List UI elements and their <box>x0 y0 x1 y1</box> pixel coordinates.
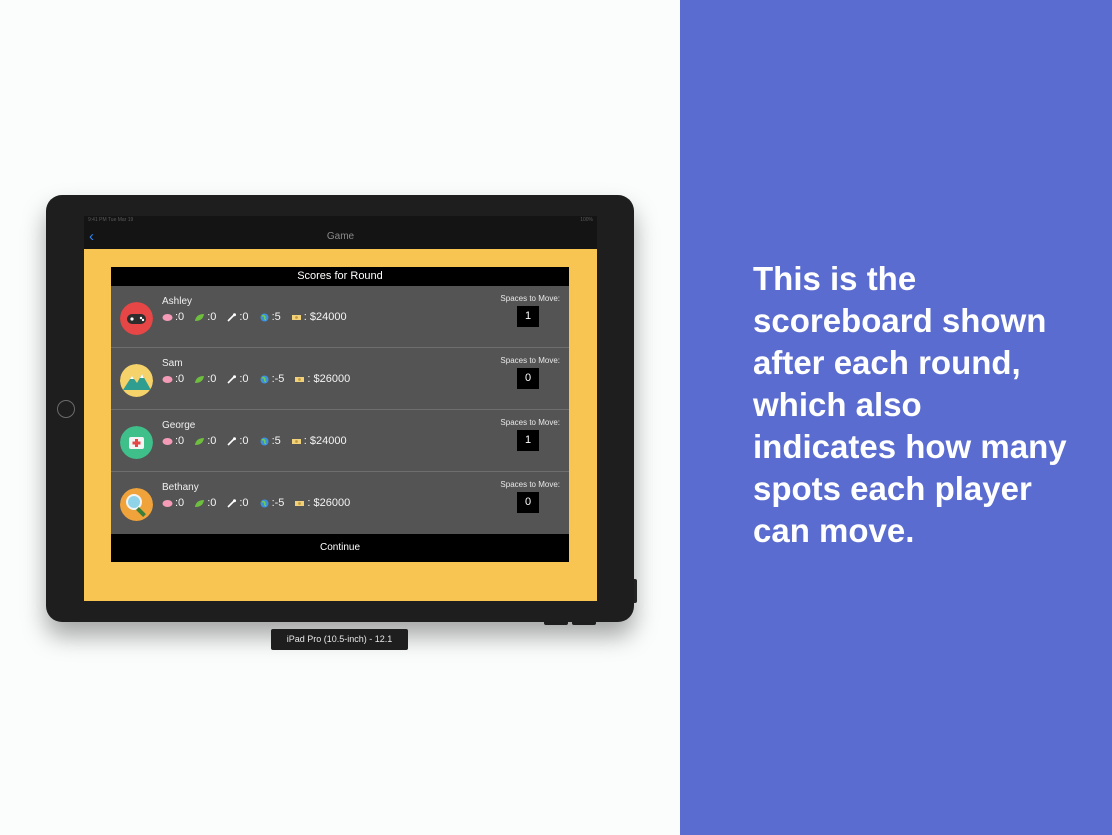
stat-brain: :0 <box>175 497 185 509</box>
player-stats: :0 :0 :0 :-5 : $26000 <box>162 497 350 509</box>
stat-globe: :5 <box>271 311 281 323</box>
gamepad-avatar-icon <box>120 302 153 335</box>
stat-leaf: :0 <box>207 435 217 447</box>
leaf-icon <box>195 375 205 383</box>
money-icon <box>295 500 305 506</box>
player-row: Bethany :0 :0 :0 :-5 : $26000 Spaces to … <box>111 472 569 534</box>
stat-money: : $26000 <box>307 373 351 385</box>
stat-globe: :-5 <box>271 373 285 385</box>
medkit-avatar-icon <box>120 426 153 459</box>
home-button[interactable] <box>57 400 75 418</box>
stat-leaf: :0 <box>207 373 217 385</box>
brain-icon <box>162 313 173 321</box>
app-screen: 9:41 PM Tue Mar 19 100% ‹ Game Scores fo… <box>84 216 597 601</box>
player-name: Bethany <box>162 482 199 493</box>
status-battery: 100% <box>580 217 593 223</box>
spaces-label: Spaces to Move: <box>500 294 560 303</box>
stat-brain: :0 <box>175 435 185 447</box>
money-icon <box>291 438 301 444</box>
spaces-label: Spaces to Move: <box>500 418 560 427</box>
navigation-bar: ‹ Game <box>84 225 597 249</box>
continue-button[interactable]: Continue <box>111 534 569 562</box>
stat-leaf: :0 <box>207 497 217 509</box>
player-row: Sam :0 :0 :0 :-5 : $26000 Spaces to Move… <box>111 348 569 410</box>
spaces-label: Spaces to Move: <box>500 480 560 489</box>
brain-icon <box>162 375 173 383</box>
player-row: George :0 :0 :0 :5 : $24000 Spaces to Mo… <box>111 410 569 472</box>
stat-tool: :0 <box>239 311 249 323</box>
player-row: Ashley :0 :0 :0 :5 : $24000 Spaces to Mo… <box>111 286 569 348</box>
spaces-value: 1 <box>517 306 539 327</box>
magnifier-avatar-icon <box>120 488 153 521</box>
stat-brain: :0 <box>175 373 185 385</box>
tool-icon <box>227 312 237 322</box>
stat-leaf: :0 <box>207 311 217 323</box>
leaf-icon <box>195 313 205 321</box>
status-bar: 9:41 PM Tue Mar 19 100% <box>84 216 597 225</box>
dialog-title: Scores for Round <box>111 267 569 286</box>
money-icon <box>295 376 305 382</box>
tool-icon <box>227 374 237 384</box>
stat-tool: :0 <box>239 373 249 385</box>
player-name: George <box>162 420 196 431</box>
status-time: 9:41 PM Tue Mar 19 <box>88 217 134 223</box>
money-icon <box>291 314 301 320</box>
brain-icon <box>162 437 173 445</box>
spaces-value: 0 <box>517 368 539 389</box>
leaf-icon <box>195 499 205 507</box>
caption-panel: This is the scoreboard shown after each … <box>680 0 1112 835</box>
device-label: iPad Pro (10.5-inch) - 12.1 <box>271 629 408 650</box>
stat-tool: :0 <box>239 497 249 509</box>
mountain-avatar-icon <box>120 364 153 397</box>
tool-icon <box>227 498 237 508</box>
player-list: Ashley :0 :0 :0 :5 : $24000 Spaces to Mo… <box>111 286 569 534</box>
globe-icon <box>260 499 269 507</box>
nav-title: Game <box>326 231 355 242</box>
player-name: Sam <box>162 358 183 369</box>
globe-icon <box>260 375 269 383</box>
stat-brain: :0 <box>175 311 185 323</box>
stat-globe: :-5 <box>271 497 285 509</box>
caption-text: This is the scoreboard shown after each … <box>753 260 1067 549</box>
globe-icon <box>260 313 269 321</box>
player-stats: :0 :0 :0 :-5 : $26000 <box>162 373 350 385</box>
stat-tool: :0 <box>239 435 249 447</box>
scores-dialog: Scores for Round Ashley :0 :0 :0 :5 : $2… <box>111 267 569 562</box>
spaces-label: Spaces to Move: <box>500 356 560 365</box>
tool-icon <box>227 436 237 446</box>
stat-money: : $24000 <box>303 435 347 447</box>
globe-icon <box>260 437 269 445</box>
brain-icon <box>162 499 173 507</box>
ipad-frame: 9:41 PM Tue Mar 19 100% ‹ Game Scores fo… <box>46 195 634 622</box>
spaces-value: 1 <box>517 430 539 451</box>
stat-globe: :5 <box>271 435 281 447</box>
spaces-value: 0 <box>517 492 539 513</box>
player-name: Ashley <box>162 296 193 307</box>
stat-money: : $24000 <box>303 311 347 323</box>
leaf-icon <box>195 437 205 445</box>
player-stats: :0 :0 :0 :5 : $24000 <box>162 311 347 323</box>
stat-money: : $26000 <box>307 497 351 509</box>
player-stats: :0 :0 :0 :5 : $24000 <box>162 435 347 447</box>
